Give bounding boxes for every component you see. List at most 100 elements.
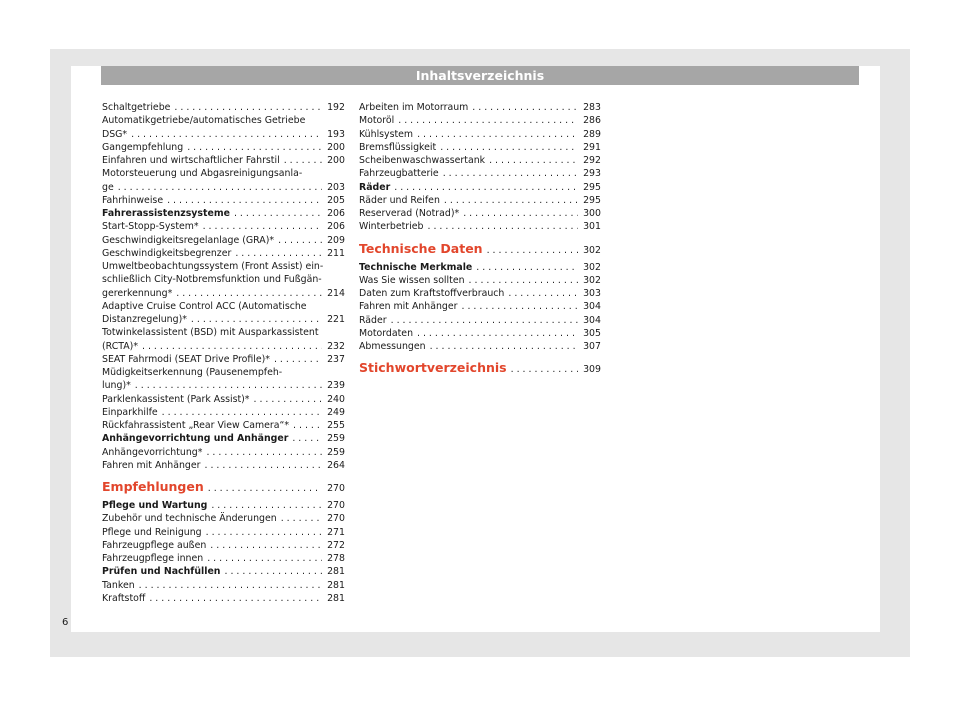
toc-entry[interactable]: Fahrzeugpflege außen 272 <box>102 539 345 552</box>
toc-entry-page: 281 <box>327 566 345 578</box>
toc-entry[interactable]: Start-Stopp-System* 206 <box>102 220 345 233</box>
toc-entry-page: 221 <box>327 314 345 325</box>
header-bar: Inhaltsverzeichnis <box>101 66 859 85</box>
leader-dots <box>292 432 322 445</box>
toc-entry[interactable]: Gangempfehlung 200 <box>102 141 345 154</box>
toc-entry[interactable]: Motoröl 286 <box>359 114 601 127</box>
toc-entry[interactable]: Anhängevorrichtung* 259 <box>102 446 345 459</box>
toc-entry-continued: Automatikgetriebe/automatisches Getriebe <box>102 115 306 127</box>
toc-section-heading[interactable]: Empfehlungen 270 <box>102 478 345 498</box>
leader-dots <box>443 167 578 180</box>
toc-entry-continued: Motorsteuerung und Abgasreinigungsanla- <box>102 168 303 180</box>
toc-entry-page: 286 <box>583 115 601 127</box>
toc-entry[interactable]: Fahrzeugpflege innen 278 <box>102 552 345 565</box>
toc-entry[interactable]: Was Sie wissen sollten 302 <box>359 274 601 287</box>
toc-entry[interactable]: Technische Merkmale 302 <box>359 261 601 274</box>
toc-entry[interactable]: Parklenkassistent (Park Assist)* 240 <box>102 393 345 406</box>
leader-dots <box>394 181 578 194</box>
toc-entry[interactable]: Winterbetrieb 301 <box>359 220 601 233</box>
toc-entry[interactable]: Arbeiten im Motorraum 283 <box>359 101 601 114</box>
toc-entry[interactable]: Fahren mit Anhänger 264 <box>102 459 345 472</box>
toc-entry[interactable]: Pflege und Wartung 270 <box>102 499 345 512</box>
toc-entry-page: 302 <box>583 244 601 256</box>
toc-entry[interactable]: Einfahren und wirtschaftlicher Fahrstil 2… <box>102 154 345 167</box>
toc-entry-page: 200 <box>327 155 345 166</box>
toc-entry[interactable]: gererkennung* 214 <box>102 287 345 300</box>
leader-dots <box>469 274 578 287</box>
toc-entry[interactable]: Bremsflüssigkeit 291 <box>359 141 601 154</box>
toc-entry-page: 206 <box>327 208 345 219</box>
toc-entry[interactable]: Kühlsystem 289 <box>359 128 601 141</box>
leader-dots <box>162 406 322 419</box>
toc-entry[interactable]: Motordaten 305 <box>359 327 601 340</box>
toc-entry[interactable]: Tanken 281 <box>102 579 345 592</box>
toc-entry-page: 283 <box>583 102 601 113</box>
toc-entry-label: Einfahren und wirtschaftlicher Fahrstil <box>102 155 280 166</box>
toc-entry[interactable]: lung)* 239 <box>102 379 345 392</box>
toc-section-heading[interactable]: Stichwortverzeichnis 309 <box>359 359 601 379</box>
toc-entry-label: Räder und Reifen <box>359 194 440 206</box>
leader-dots <box>167 194 322 207</box>
leader-dots <box>118 181 322 194</box>
toc-entry[interactable]: Anhängevorrichtung und Anhänger 259 <box>102 432 345 445</box>
page-title: Inhaltsverzeichnis <box>415 68 545 83</box>
toc-entry[interactable]: (RCTA)* 232 <box>102 340 345 353</box>
toc-entry[interactable]: DSG* 193 <box>102 128 345 141</box>
toc-entry[interactable]: Fahren mit Anhänger 304 <box>359 300 601 313</box>
toc-entry-label: Technische Merkmale <box>359 261 473 273</box>
toc-entry-page: 240 <box>327 393 345 405</box>
toc-entry-continued: Totwinkelassistent (BSD) mit Ausparkassi… <box>102 327 319 339</box>
toc-entry[interactable]: Reserverad (Notrad)* 300 <box>359 207 601 220</box>
toc-entry[interactable]: Prüfen und Nachfüllen 281 <box>102 565 345 578</box>
toc-entry[interactable]: SEAT Fahrmodi (SEAT Drive Profile)* 237 <box>102 353 345 366</box>
toc-entry-label: ge <box>102 181 114 193</box>
leader-dots <box>235 247 322 260</box>
toc-entry[interactable]: Rückfahrassistent „Rear View Camera“* 255 <box>102 419 345 432</box>
toc-entry-label: Fahrhinweise <box>102 194 164 206</box>
leader-dots <box>293 419 322 432</box>
toc-entry[interactable]: ge 203 <box>102 181 345 194</box>
leader-dots <box>427 220 578 233</box>
toc-entry-page: 209 <box>327 234 345 246</box>
leader-dots <box>206 446 322 459</box>
leader-dots <box>191 313 322 326</box>
toc-entry[interactable]: Pflege und Reinigung 271 <box>102 526 345 539</box>
leader-dots <box>176 287 322 300</box>
toc-entry[interactable]: Fahrerassistenzsysteme 206 <box>102 207 345 220</box>
toc-entry[interactable]: Räder und Reifen 295 <box>359 194 601 207</box>
toc-entry-label: Reserverad (Notrad)* <box>359 208 460 219</box>
toc-entry[interactable]: Daten zum Kraftstoffverbrauch 303 <box>359 287 601 300</box>
toc-entry-label: Empfehlungen <box>102 479 204 494</box>
leader-dots <box>398 114 578 127</box>
toc-entry-page: 302 <box>583 274 601 286</box>
toc-entry-label: Daten zum Kraftstoffverbrauch <box>359 288 505 299</box>
toc-entry[interactable]: Fahrzeugbatterie 293 <box>359 167 601 180</box>
leader-dots <box>476 261 578 274</box>
toc-entry-label: Gangempfehlung <box>102 141 184 153</box>
toc-entry[interactable]: Geschwindigkeitsregelanlage (GRA)* 209 <box>102 234 345 247</box>
toc-entry-page: 291 <box>583 141 601 153</box>
toc-entry-page: 289 <box>583 128 601 140</box>
toc-entry[interactable]: Scheibenwaschwassertank 292 <box>359 154 601 167</box>
toc-entry-label: Tanken <box>102 579 135 591</box>
toc-section-heading[interactable]: Technische Daten 302 <box>359 240 601 260</box>
toc-entry[interactable]: Schaltgetriebe 192 <box>102 101 345 114</box>
toc-entry-label: Einparkhilfe <box>102 406 158 418</box>
toc-entry[interactable]: Abmessungen 307 <box>359 340 601 353</box>
toc-entry[interactable]: Fahrhinweise 205 <box>102 194 345 207</box>
toc-entry[interactable]: Distanzregelung)* 221 <box>102 313 345 326</box>
toc-entry[interactable]: Räder 295 <box>359 181 601 194</box>
leader-dots <box>210 539 322 552</box>
toc-entry-label: Kühlsystem <box>359 128 414 140</box>
toc-entry[interactable]: Geschwindigkeitsbegrenzer 211 <box>102 247 345 260</box>
toc-entry[interactable]: Einparkhilfe 249 <box>102 406 345 419</box>
leader-dots <box>462 300 578 313</box>
toc-entry-label: Fahrzeugpflege außen <box>102 539 207 551</box>
toc-entry[interactable]: Kraftstoff 281 <box>102 592 345 605</box>
toc-entry-page: 301 <box>583 221 601 233</box>
toc-entry-page: 281 <box>327 579 345 591</box>
leader-dots <box>203 220 322 233</box>
toc-entry[interactable]: Zubehör und technische Änderungen 270 <box>102 512 345 525</box>
toc-entry-page: 211 <box>327 247 345 259</box>
toc-entry[interactable]: Räder 304 <box>359 314 601 327</box>
